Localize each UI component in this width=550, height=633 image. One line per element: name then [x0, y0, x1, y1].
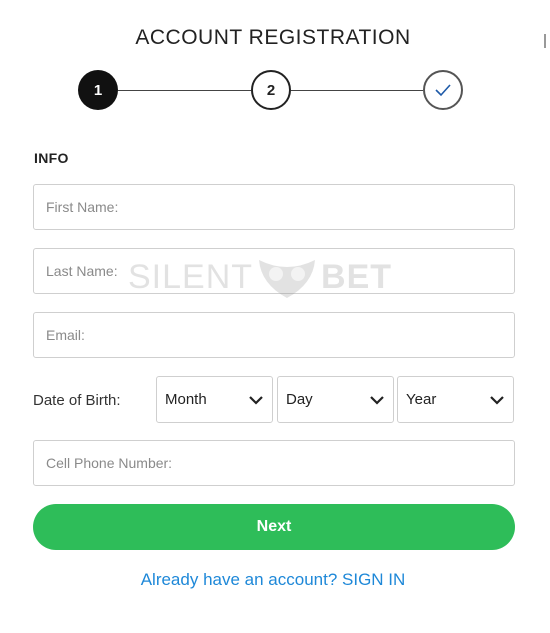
day-select[interactable]: Day [277, 376, 394, 423]
step-1-label: 1 [93, 81, 103, 99]
first-name-field[interactable] [33, 184, 515, 230]
step-2-indicator: 2 [251, 70, 291, 110]
day-select-value: Day [286, 391, 313, 408]
step-complete-indicator [423, 70, 463, 110]
chevron-down-icon [490, 396, 504, 405]
last-name-field[interactable] [33, 248, 515, 294]
edge-marker [544, 34, 550, 48]
month-select-value: Month [165, 391, 207, 408]
cell-phone-field[interactable] [33, 440, 515, 486]
checkmark-icon [435, 84, 451, 97]
chevron-down-icon [370, 396, 384, 405]
date-of-birth-label: Date of Birth: [33, 392, 121, 409]
progress-stepper: 1 2 [77, 68, 471, 116]
sign-in-link[interactable]: Already have an account? SIGN IN [0, 570, 546, 590]
email-field[interactable] [33, 312, 515, 358]
month-select[interactable]: Month [156, 376, 273, 423]
step-1-indicator: 1 [78, 70, 118, 110]
step-2-label: 2 [266, 81, 276, 99]
chevron-down-icon [249, 396, 263, 405]
next-button[interactable]: Next [33, 504, 515, 550]
year-select-value: Year [406, 391, 437, 408]
step-connector [291, 90, 423, 91]
step-connector [118, 90, 251, 91]
year-select[interactable]: Year [397, 376, 514, 423]
section-label-info: INFO [34, 150, 69, 166]
page-title: ACCOUNT REGISTRATION [135, 26, 411, 49]
